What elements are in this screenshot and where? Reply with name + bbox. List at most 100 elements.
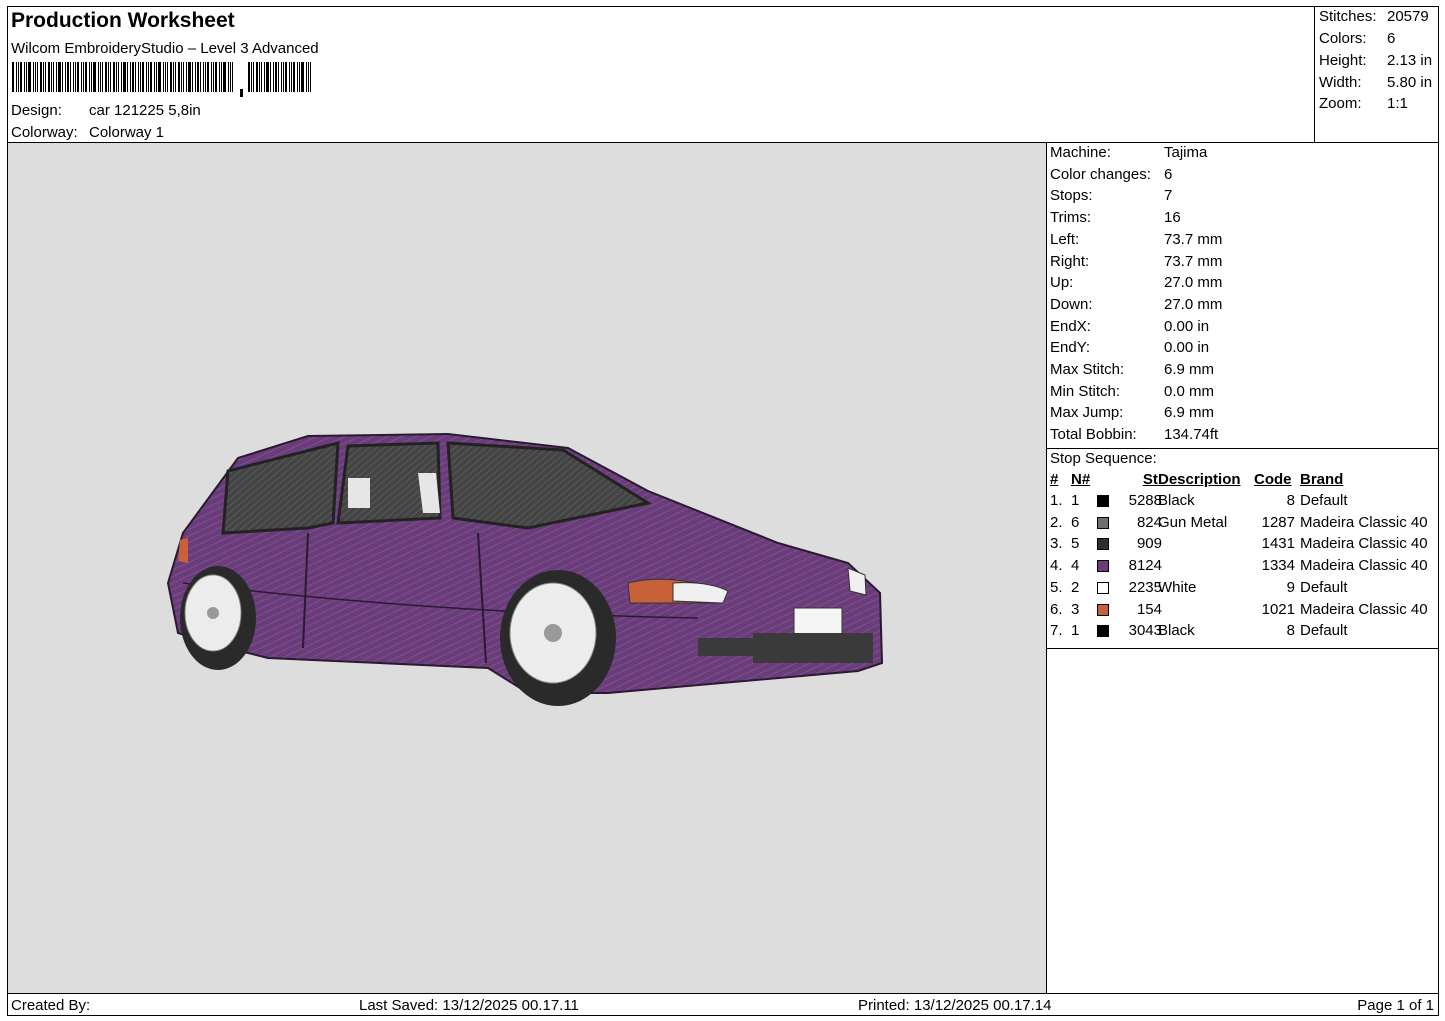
- row-number: 7.: [1050, 622, 1063, 640]
- colorway-row: Colorway: Colorway 1: [11, 124, 164, 141]
- info-label: Total Bobbin:: [1050, 426, 1137, 444]
- info-value: 6.9 mm: [1164, 361, 1215, 378]
- row-number: 3.: [1050, 535, 1063, 553]
- thread-code: 1021: [1261, 600, 1295, 618]
- info-value: 134.74ft: [1164, 426, 1219, 444]
- thread-brand: Madeira Classic 40: [1300, 535, 1428, 553]
- machine-info-row: Right: 73.7 mm: [1050, 253, 1222, 270]
- info-label: Max Jump:: [1050, 404, 1124, 422]
- stat-value: 6: [1387, 30, 1396, 47]
- thread-description: White: [1158, 578, 1197, 596]
- stat-label: Colors:: [1319, 30, 1367, 47]
- stat-value: 2.13 in: [1387, 52, 1433, 69]
- info-value: 73.7 mm: [1164, 230, 1223, 248]
- stat-colors: Colors: 6: [1319, 30, 1437, 47]
- thread-description: Black: [1158, 622, 1195, 640]
- barcode: [12, 62, 311, 97]
- row-number: 4.: [1050, 557, 1063, 575]
- info-panel: Machine: Tajima Color changes: 6 Stops: 7 Trim…: [1047, 143, 1438, 993]
- info-label: EndY:: [1050, 339, 1091, 357]
- col-header-brand: Brand: [1300, 471, 1344, 488]
- thread-code: 1431: [1261, 535, 1295, 553]
- info-value: 16: [1164, 209, 1181, 227]
- page-title: Production Worksheet: [11, 9, 235, 32]
- last-saved: Last Saved: 13/12/2025 00.17.11: [359, 997, 579, 1014]
- thread-brand: Madeira Classic 40: [1300, 600, 1428, 618]
- info-value: 27.0 mm: [1164, 274, 1223, 292]
- col-header-st: St.: [1142, 471, 1162, 488]
- stat-width: Width: 5.80 in: [1319, 74, 1437, 91]
- stat-label: Height:: [1319, 52, 1367, 69]
- stat-value: 5.80 in: [1387, 74, 1433, 91]
- stat-zoom: Zoom: 1:1: [1319, 95, 1437, 112]
- row-number: 1.: [1050, 492, 1063, 509]
- machine-info-row: Min Stitch: 0.0 mm: [1050, 383, 1214, 400]
- machine-info-row: Machine: Tajima: [1050, 144, 1207, 161]
- design-preview: [8, 143, 1047, 993]
- stat-value: 1:1: [1387, 95, 1408, 112]
- info-label: Up:: [1050, 274, 1074, 292]
- info-value: 0.0 mm: [1164, 382, 1215, 400]
- thread-brand: Default: [1300, 492, 1348, 509]
- info-label: Min Stitch:: [1050, 382, 1121, 400]
- info-value: 0.00 in: [1164, 317, 1210, 335]
- car-embroidery-image: [166, 432, 884, 706]
- info-label: Trims:: [1050, 209, 1092, 227]
- stop-sequence-title: Stop Sequence:: [1050, 450, 1157, 467]
- info-value: 73.7 mm: [1164, 252, 1223, 270]
- machine-info-row: Stops: 7: [1050, 187, 1172, 204]
- stitch-count: 2235: [1128, 578, 1162, 596]
- info-label: Machine:: [1050, 144, 1111, 161]
- thread-brand: Default: [1300, 622, 1348, 640]
- thread-brand: Madeira Classic 40: [1300, 557, 1428, 575]
- info-value: 6: [1164, 165, 1173, 183]
- thread-code: 9: [1286, 578, 1295, 596]
- software-name: Wilcom EmbroideryStudio – Level 3 Advanc…: [11, 40, 319, 57]
- colorway-label: Colorway:: [11, 124, 78, 141]
- row-number: 5.: [1050, 578, 1063, 596]
- page-number: Page 1 of 1: [1357, 997, 1434, 1014]
- needle-number: 1: [1071, 492, 1080, 509]
- stat-label: Width:: [1319, 74, 1362, 91]
- machine-info-row: EndX: 0.00 in: [1050, 318, 1209, 335]
- stitch-count: 909: [1136, 535, 1162, 553]
- printed-date: Printed: 13/12/2025 00.17.14: [858, 997, 1052, 1014]
- footer: Created By: Last Saved: 13/12/2025 00.17…: [8, 993, 1438, 1015]
- machine-info-row: Color changes: 6: [1050, 166, 1172, 183]
- col-header-description: Description: [1158, 471, 1241, 488]
- info-label: EndX:: [1050, 317, 1091, 335]
- info-value: 6.9 mm: [1164, 404, 1215, 422]
- thread-code: 8: [1286, 622, 1295, 640]
- thread-description: Gun Metal: [1158, 513, 1228, 531]
- needle-number: 3: [1071, 600, 1080, 618]
- info-value: 0.00 in: [1164, 339, 1210, 357]
- info-label: Color changes:: [1050, 165, 1151, 183]
- machine-info-row: Left: 73.7 mm: [1050, 231, 1222, 248]
- thread-brand: Default: [1300, 578, 1348, 596]
- needle-number: 5: [1071, 535, 1080, 553]
- thread-code: 1287: [1261, 513, 1295, 531]
- stat-value: 20579: [1387, 8, 1429, 25]
- stat-stitches: Stitches: 20579: [1319, 8, 1437, 25]
- needle-number: 1: [1071, 622, 1080, 640]
- needle-number: 2: [1071, 578, 1080, 596]
- machine-info-row: Up: 27.0 mm: [1050, 274, 1222, 291]
- stitch-count: 154: [1136, 600, 1162, 618]
- thread-brand: Madeira Classic 40: [1300, 513, 1428, 531]
- needle-number: 6: [1071, 513, 1080, 531]
- machine-info-row: Max Stitch: 6.9 mm: [1050, 361, 1214, 378]
- info-label: Right:: [1050, 252, 1090, 270]
- design-value: car 121225 5,8in: [89, 102, 201, 119]
- machine-info-row: EndY: 0.00 in: [1050, 339, 1209, 356]
- info-value: 7: [1164, 187, 1173, 205]
- stitch-count: 5288: [1128, 492, 1162, 509]
- row-number: 2.: [1050, 513, 1063, 531]
- stat-label: Stitches:: [1319, 8, 1377, 25]
- stat-label: Zoom:: [1319, 95, 1362, 112]
- col-header-n: N#: [1071, 471, 1091, 488]
- info-value: 27.0 mm: [1164, 295, 1223, 313]
- created-by: Created By:: [11, 997, 91, 1014]
- stitch-count: 824: [1136, 513, 1162, 531]
- info-value: Tajima: [1164, 144, 1208, 161]
- design-stats: Stitches: 20579 Colors: 6 Height: 2.13 in W…: [1314, 7, 1438, 143]
